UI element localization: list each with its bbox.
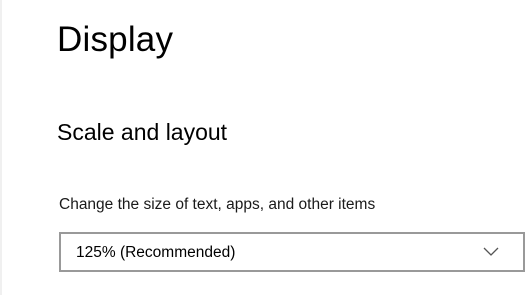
scale-dropdown-value: 125% (Recommended): [76, 244, 236, 261]
settings-page: Display Scale and layout Change the size…: [0, 0, 532, 295]
text-size-label: Change the size of text, apps, and other…: [59, 196, 376, 213]
section-title-scale-layout: Scale and layout: [57, 119, 228, 145]
page-title: Display: [57, 20, 174, 59]
pane-divider: [0, 0, 2, 295]
scale-dropdown[interactable]: 125% (Recommended): [59, 232, 525, 272]
chevron-down-icon: [483, 247, 499, 256]
